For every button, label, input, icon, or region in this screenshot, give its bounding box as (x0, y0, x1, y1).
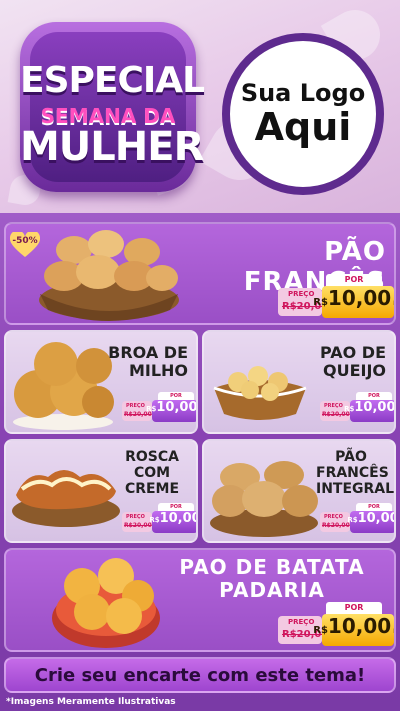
preco-label: PREÇO (288, 290, 315, 298)
product-name: PAO DE QUEIJO (319, 343, 386, 381)
product-name: ROSCA COM CREME (124, 449, 180, 498)
old-price: R$20,00 (124, 522, 152, 529)
currency: R$ (146, 405, 157, 413)
preco-label: PREÇO (126, 403, 145, 409)
preco-label: PREÇO (288, 618, 315, 626)
pao-integral-image (210, 461, 318, 537)
price-value: 10,00 (354, 400, 396, 415)
badge-line-3: MULHER (20, 124, 204, 170)
product-card-pao-de-batata: PAO DE BATATA PADARIA POR PREÇO R$20,00 … (4, 548, 396, 652)
product-card-pao-frances-integral: PÃO FRANCÊS INTEGRAL POR PREÇO R$20,00 R… (202, 439, 396, 543)
por-label: POR (326, 274, 382, 286)
preco-label: PREÇO (126, 514, 145, 520)
logo-line-1: Sua Logo (240, 79, 366, 108)
new-price: R$ 10,00 KG (146, 400, 199, 422)
currency: R$ (344, 405, 355, 413)
rosca-image (12, 470, 120, 527)
preco-label: PREÇO (324, 514, 343, 520)
product-card-pao-de-queijo: PAO DE QUEIJO POR PREÇO R$20,00 R$ 10,00… (202, 330, 396, 434)
currency: R$ (313, 297, 328, 308)
badge-line-1: ESPECIAL (20, 60, 205, 101)
por-label: POR (326, 602, 382, 614)
price-value: 10,00 (327, 286, 392, 310)
bread-basket-image (39, 230, 179, 321)
new-price: R$ 10,00 KG (313, 614, 394, 646)
logo-placeholder: Sua Logo Aqui (222, 33, 384, 195)
price-block: POR PREÇO R$20,00 R$ 10,00 (122, 503, 198, 535)
old-price: R$20,00 (322, 522, 350, 529)
por-label: POR (356, 392, 392, 400)
price-value: 10,00 (327, 614, 392, 638)
por-label: POR (158, 503, 194, 511)
product-card-broa-de-milho: BROA DE MILHO POR PREÇO R$20,00 R$ 10,00… (4, 330, 198, 434)
unit: KG (198, 407, 199, 412)
unit: KG (393, 628, 394, 635)
new-price: R$ 10,00 KG (313, 286, 394, 318)
price-block: POR PREÇO R$20,00 R$ 10,00 (320, 503, 396, 535)
product-card-rosca-com-creme: ROSCA COM CREME POR PREÇO R$20,00 R$ 10,… (4, 439, 198, 543)
product-name: PÃO FRANCÊS INTEGRAL (316, 449, 395, 498)
new-price: R$ 10,00 (149, 511, 198, 533)
por-label: POR (158, 392, 194, 400)
preco-label: PREÇO (324, 403, 343, 409)
discount-badge: -50% (12, 236, 38, 246)
product-name: PAO DE BATATA PADARIA (179, 555, 365, 602)
cta-banner[interactable]: Crie seu encarte com este tema! (4, 657, 396, 693)
price-block: POR PREÇO R$20,00 R$ 10,00 KG (122, 392, 199, 424)
new-price: R$ 10,00 KG (344, 400, 397, 422)
currency: R$ (149, 516, 160, 524)
price-value: 10,00 (159, 511, 198, 526)
unit: KG (396, 407, 397, 412)
por-label: POR (356, 503, 392, 511)
price-block: POR PREÇO R$20,00 R$ 10,00 KG (320, 392, 397, 424)
product-name: BROA DE MILHO (108, 343, 188, 381)
logo-line-2: Aqui (254, 105, 352, 150)
product-card-pao-frances: PÃO FRANCÊS POR PREÇO R$20,00 R$ 10,00 K… (4, 222, 396, 325)
price-value: 10,00 (357, 511, 396, 526)
currency: R$ (347, 516, 358, 524)
price-block: POR PREÇO R$20,00 R$ 10,00 KG (278, 274, 394, 322)
pao-de-batata-image (52, 558, 160, 648)
unit: KG (393, 300, 394, 307)
disclaimer-footnote: *Imagens Meramente Ilustrativas (6, 697, 176, 707)
currency: R$ (313, 625, 328, 636)
price-block: POR PREÇO R$20,00 R$ 10,00 KG (278, 602, 394, 650)
price-value: 10,00 (156, 400, 198, 415)
new-price: R$ 10,00 (347, 511, 396, 533)
event-badge: ESPECIAL SEMANA DA MULHER (20, 22, 205, 192)
